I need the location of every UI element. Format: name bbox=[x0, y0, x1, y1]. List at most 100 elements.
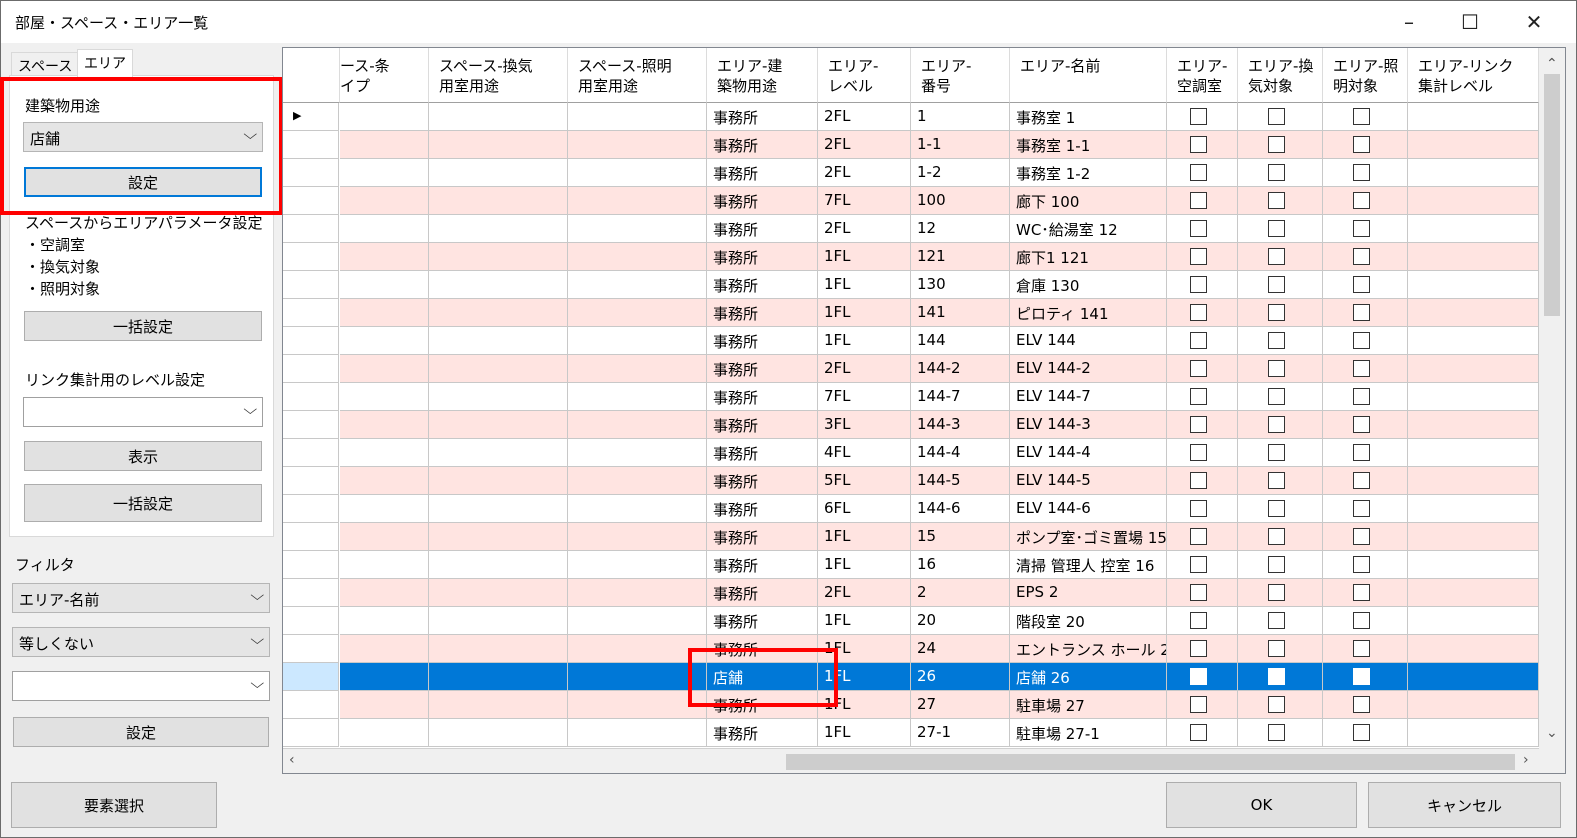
area-building-use-cell[interactable]: 事務所 bbox=[707, 691, 818, 719]
checkbox[interactable] bbox=[1190, 220, 1207, 237]
area-number-cell[interactable]: 15 bbox=[911, 523, 1010, 551]
row-header[interactable] bbox=[283, 467, 339, 495]
checkbox[interactable] bbox=[1190, 444, 1207, 461]
area-vent-cell[interactable] bbox=[1238, 327, 1323, 355]
area-light-cell[interactable] bbox=[1323, 467, 1408, 495]
space-vent-use-cell[interactable] bbox=[429, 523, 568, 551]
area-number-cell[interactable]: 144 bbox=[911, 327, 1010, 355]
table-row[interactable]: 事務所 3FL 144-3 ELV 144-3 bbox=[283, 411, 1539, 439]
area-aircon-cell[interactable] bbox=[1167, 607, 1238, 635]
area-light-cell[interactable] bbox=[1323, 159, 1408, 187]
checkbox[interactable] bbox=[1353, 304, 1370, 321]
cancel-button[interactable]: キャンセル bbox=[1368, 782, 1561, 828]
area-level-cell[interactable]: 2FL bbox=[818, 159, 911, 187]
area-vent-cell[interactable] bbox=[1238, 159, 1323, 187]
area-light-cell[interactable] bbox=[1323, 327, 1408, 355]
checkbox[interactable] bbox=[1190, 556, 1207, 573]
area-vent-cell[interactable] bbox=[1238, 187, 1323, 215]
checkbox[interactable] bbox=[1268, 388, 1285, 405]
area-aircon-cell[interactable] bbox=[1167, 131, 1238, 159]
space-type-cell[interactable] bbox=[340, 663, 429, 691]
building-use-select[interactable]: 店舗 ⌵ bbox=[23, 122, 263, 152]
row-header[interactable] bbox=[283, 243, 339, 271]
checkbox[interactable] bbox=[1268, 584, 1285, 601]
table-row[interactable]: ▶ 事務所 2FL 1 事務室 1 bbox=[283, 103, 1539, 131]
space-type-cell[interactable] bbox=[340, 243, 429, 271]
checkbox[interactable] bbox=[1353, 556, 1370, 573]
table-row[interactable]: 事務所 1FL 27-1 駐車場 27-1 bbox=[283, 719, 1539, 747]
checkbox[interactable] bbox=[1353, 444, 1370, 461]
space-vent-use-cell[interactable] bbox=[429, 663, 568, 691]
area-link-level-cell[interactable] bbox=[1408, 411, 1539, 439]
space-light-use-cell[interactable] bbox=[568, 103, 707, 131]
row-header[interactable] bbox=[283, 719, 339, 747]
filter-set-button[interactable]: 設定 bbox=[13, 717, 269, 747]
space-type-cell[interactable] bbox=[340, 579, 429, 607]
checkbox[interactable] bbox=[1353, 584, 1370, 601]
minimize-icon[interactable]: – bbox=[1386, 1, 1432, 43]
checkbox[interactable] bbox=[1190, 640, 1207, 657]
checkbox[interactable] bbox=[1353, 192, 1370, 209]
space-light-use-cell[interactable] bbox=[568, 355, 707, 383]
area-light-cell[interactable] bbox=[1323, 691, 1408, 719]
table-row[interactable]: 事務所 2FL 2 EPS 2 bbox=[283, 579, 1539, 607]
vertical-scrollbar[interactable]: ⌃ ⌄ bbox=[1539, 48, 1565, 748]
table-row[interactable]: 事務所 4FL 144-4 ELV 144-4 bbox=[283, 439, 1539, 467]
space-vent-use-cell[interactable] bbox=[429, 495, 568, 523]
area-level-cell[interactable]: 1FL bbox=[818, 299, 911, 327]
area-vent-cell[interactable] bbox=[1238, 579, 1323, 607]
column-header[interactable]: エリア-リンク 集計レベル bbox=[1408, 48, 1539, 103]
area-building-use-cell[interactable]: 事務所 bbox=[707, 215, 818, 243]
area-name-cell[interactable]: 階段室 20 bbox=[1010, 607, 1167, 635]
area-vent-cell[interactable] bbox=[1238, 243, 1323, 271]
table-row[interactable]: 事務所 1FL 141 ピロティ 141 bbox=[283, 299, 1539, 327]
area-link-level-cell[interactable] bbox=[1408, 551, 1539, 579]
area-aircon-cell[interactable] bbox=[1167, 299, 1238, 327]
checkbox[interactable] bbox=[1190, 136, 1207, 153]
space-light-use-cell[interactable] bbox=[568, 635, 707, 663]
area-data-grid[interactable]: ース-条 イプ スペース-換気 用室用途 スペース-照明 用室用途 エリア-建 築物用… bbox=[282, 47, 1566, 774]
checkbox[interactable] bbox=[1190, 724, 1207, 741]
area-name-cell[interactable]: エントランス ホール 24 bbox=[1010, 635, 1167, 663]
close-icon[interactable]: ✕ bbox=[1511, 1, 1557, 43]
maximize-icon[interactable]: ☐ bbox=[1447, 1, 1493, 43]
row-header[interactable] bbox=[283, 131, 339, 159]
area-number-cell[interactable]: 1-2 bbox=[911, 159, 1010, 187]
area-light-cell[interactable] bbox=[1323, 271, 1408, 299]
area-number-cell[interactable]: 12 bbox=[911, 215, 1010, 243]
horizontal-scrollbar[interactable]: ‹ › bbox=[283, 748, 1539, 773]
area-link-level-cell[interactable] bbox=[1408, 607, 1539, 635]
area-number-cell[interactable]: 121 bbox=[911, 243, 1010, 271]
space-light-use-cell[interactable] bbox=[568, 159, 707, 187]
checkbox[interactable] bbox=[1268, 164, 1285, 181]
checkbox[interactable] bbox=[1268, 416, 1285, 433]
area-aircon-cell[interactable] bbox=[1167, 215, 1238, 243]
space-vent-use-cell[interactable] bbox=[429, 691, 568, 719]
area-light-cell[interactable] bbox=[1323, 719, 1408, 747]
space-light-use-cell[interactable] bbox=[568, 607, 707, 635]
area-light-cell[interactable] bbox=[1323, 551, 1408, 579]
area-aircon-cell[interactable] bbox=[1167, 495, 1238, 523]
area-name-cell[interactable]: ELV 144-2 bbox=[1010, 355, 1167, 383]
area-name-cell[interactable]: 廊下1 121 bbox=[1010, 243, 1167, 271]
checkbox[interactable] bbox=[1353, 388, 1370, 405]
column-header[interactable]: エリア-建 築物用途 bbox=[707, 48, 818, 103]
area-number-cell[interactable]: 144-4 bbox=[911, 439, 1010, 467]
area-light-cell[interactable] bbox=[1323, 187, 1408, 215]
filter-field-select[interactable]: エリア-名前 ⌵ bbox=[12, 583, 270, 613]
area-level-cell[interactable]: 2FL bbox=[818, 579, 911, 607]
area-level-cell[interactable]: 2FL bbox=[818, 215, 911, 243]
column-header[interactable]: エリア- レベル bbox=[818, 48, 911, 103]
checkbox[interactable] bbox=[1190, 164, 1207, 181]
space-light-use-cell[interactable] bbox=[568, 187, 707, 215]
area-vent-cell[interactable] bbox=[1238, 299, 1323, 327]
area-building-use-cell[interactable]: 事務所 bbox=[707, 579, 818, 607]
area-aircon-cell[interactable] bbox=[1167, 523, 1238, 551]
area-building-use-cell[interactable]: 事務所 bbox=[707, 523, 818, 551]
space-type-cell[interactable] bbox=[340, 271, 429, 299]
area-name-cell[interactable]: 事務室 1 bbox=[1010, 103, 1167, 131]
area-level-cell[interactable]: 1FL bbox=[818, 663, 911, 691]
space-light-use-cell[interactable] bbox=[568, 495, 707, 523]
area-link-level-cell[interactable] bbox=[1408, 243, 1539, 271]
area-link-level-cell[interactable] bbox=[1408, 719, 1539, 747]
